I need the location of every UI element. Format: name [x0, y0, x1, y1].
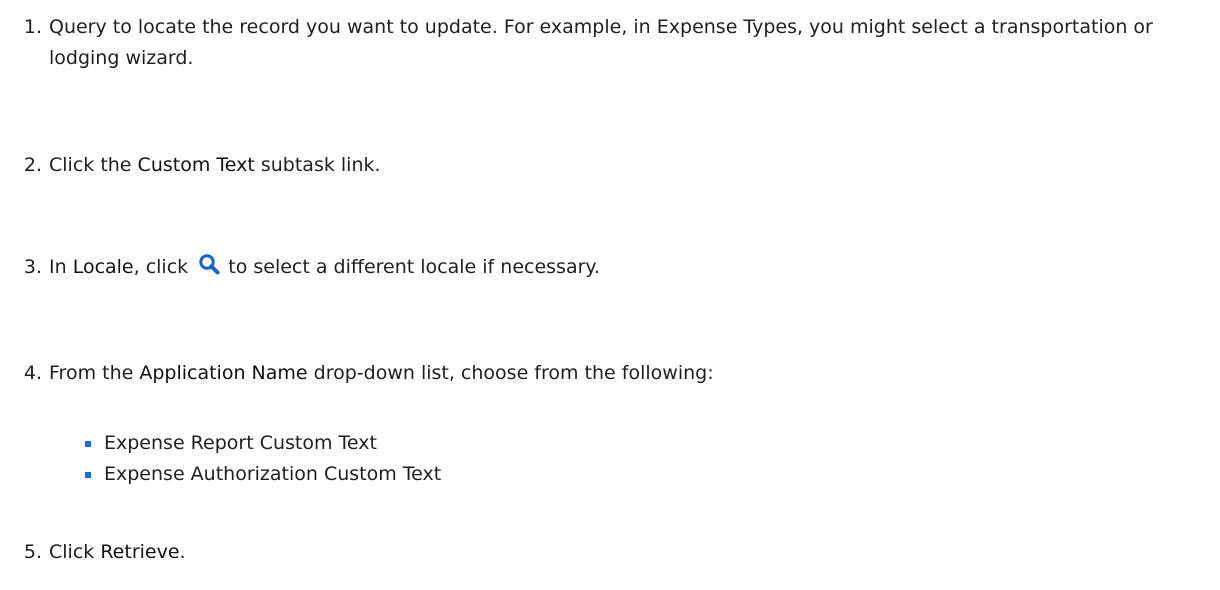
step-5: 5. Click Retrieve.: [7, 537, 1212, 568]
step-text: Click the Custom Text subtask link.: [49, 154, 381, 176]
step-3: 3. In Locale, click to select a differen…: [7, 252, 1212, 283]
step-text: From the Application Name drop-down list…: [49, 362, 714, 384]
step-text: Click Retrieve.: [49, 541, 186, 563]
application-name-label: Application Name: [139, 362, 308, 384]
retrieve-button-label: Retrieve: [100, 541, 180, 563]
bullet-icon: [85, 440, 91, 447]
step-1: 1. Query to locate the record you want t…: [7, 12, 1212, 74]
step-text: In Locale, click to select a different l…: [49, 252, 1212, 283]
locale-field-label: Locale: [72, 256, 134, 278]
application-name-options: Expense Report Custom Text Expense Autho…: [85, 428, 441, 490]
step-number: 5.: [23, 541, 42, 563]
list-item: Expense Authorization Custom Text: [85, 459, 441, 490]
list-item: Expense Report Custom Text: [85, 428, 441, 459]
step-4: 4. From the Application Name drop-down l…: [7, 358, 1212, 389]
step-number: 4.: [23, 362, 42, 384]
step-2: 2. Click the Custom Text subtask link.: [7, 150, 1212, 181]
bullet-icon: [85, 471, 91, 478]
search-icon: [198, 253, 220, 275]
custom-text-link-label: Custom Text: [137, 154, 255, 176]
step-text: Query to locate the record you want to u…: [49, 16, 1153, 69]
step-number: 1.: [23, 16, 42, 38]
step-number: 2.: [23, 154, 42, 176]
step-number: 3.: [23, 256, 42, 278]
